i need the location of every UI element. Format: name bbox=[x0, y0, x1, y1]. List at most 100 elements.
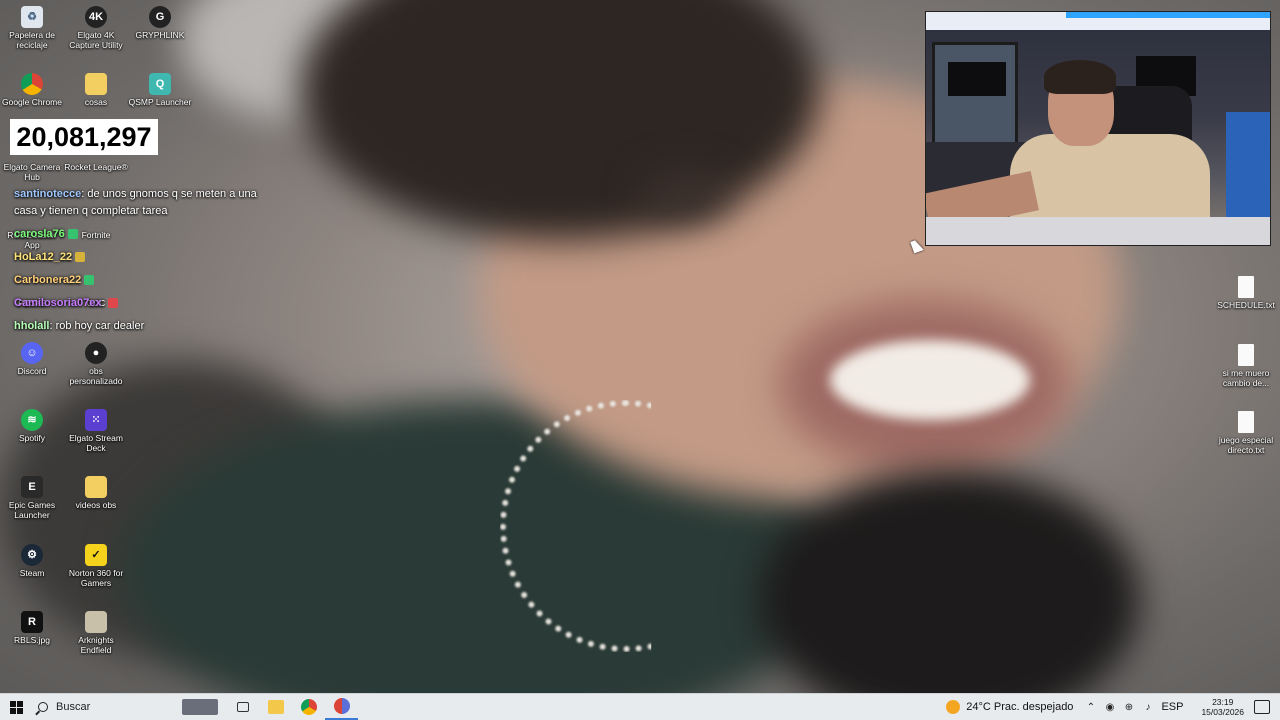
follower-counter: 20,081,297 bbox=[10, 119, 158, 155]
desktop-icon-stream-deck[interactable]: ⁙ Elgato Stream Deck bbox=[64, 409, 128, 453]
task-view-icon bbox=[236, 702, 249, 712]
desktop-icon-gryphlink[interactable]: G GRYPHLINK bbox=[128, 6, 192, 40]
desktop-icon-schedule[interactable]: SCHEDULE.txt bbox=[1214, 276, 1278, 310]
desktop-icon-epic-games[interactable]: E Epic Games Launcher bbox=[0, 476, 64, 520]
icon-label: Google Chrome bbox=[1, 97, 62, 107]
chat-message: hholall: rob hoy car dealer bbox=[14, 318, 274, 335]
icon-label: Spotify bbox=[19, 433, 45, 443]
emote-icon bbox=[67, 229, 78, 240]
desktop-icon-elgato-4k[interactable]: 4K Elgato 4K Capture Utility bbox=[64, 6, 128, 50]
icon-label: Norton 360 for Gamers bbox=[68, 568, 124, 588]
chat-username: Camilosoria07ex bbox=[14, 297, 102, 309]
desktop-icon-spotify[interactable]: ≋ Spotify bbox=[0, 409, 64, 443]
taskbar: Buscar 24°C Prac. despejado ⌃ ◉ ⊕ ♪ ESP … bbox=[0, 693, 1280, 720]
chat-message: HoLa12_22 bbox=[14, 249, 274, 266]
windows-icon bbox=[9, 700, 23, 714]
desktop-icon-si-me-muero[interactable]: si me muero cambio de... bbox=[1214, 344, 1278, 388]
file-explorer-button[interactable] bbox=[259, 694, 292, 720]
obs-icon: ● bbox=[85, 342, 107, 364]
desktop-icon-norton[interactable]: ✓ Norton 360 for Gamers bbox=[64, 544, 128, 588]
desktop-icon-elgato-camera-hub[interactable]: Elgato Camera Hub bbox=[0, 162, 64, 182]
notification-icon[interactable] bbox=[1254, 700, 1270, 714]
desktop-icon-juego-especial[interactable]: juego especial directo.txt bbox=[1214, 411, 1278, 455]
elgato-icon: 4K bbox=[85, 6, 107, 28]
image-file-icon: R bbox=[21, 611, 43, 633]
taskbar-search[interactable]: Buscar bbox=[32, 694, 182, 720]
text-file-icon bbox=[1238, 344, 1254, 366]
icon-label: obs personalizado bbox=[69, 366, 123, 386]
weather-text: 24°C Prac. despejado bbox=[966, 701, 1074, 713]
clock-time: 23:19 bbox=[1212, 697, 1234, 707]
chat-username: carosla76 bbox=[14, 228, 65, 240]
weather-sun-icon bbox=[946, 700, 961, 714]
clock[interactable]: 23:19 15/03/2026 bbox=[1191, 697, 1254, 717]
text-file-icon bbox=[1238, 276, 1254, 298]
desktop-icon-google-chrome[interactable]: Google Chrome bbox=[0, 73, 64, 107]
emote-icon bbox=[75, 252, 86, 263]
app-taskbar-button[interactable] bbox=[325, 694, 358, 720]
folder-icon bbox=[85, 73, 107, 95]
desktop-icon-obs[interactable]: ● obs personalizado bbox=[64, 342, 128, 386]
desktop-icon-videos-obs[interactable]: videos obs bbox=[64, 476, 128, 510]
icon-label: cosas bbox=[84, 97, 108, 107]
chat-message: santinotecce: de unos gnomos q se meten … bbox=[14, 186, 274, 220]
chrome-icon bbox=[21, 73, 43, 95]
chrome-icon bbox=[300, 699, 317, 715]
language-indicator[interactable]: ESP bbox=[1161, 701, 1183, 713]
icon-label: QSMP Launcher bbox=[128, 97, 192, 107]
chat-text: : bbox=[101, 297, 105, 309]
desktop-icon-discord[interactable]: ☺ Discord bbox=[0, 342, 64, 376]
desktop-icon-qsmp[interactable]: Q QSMP Launcher bbox=[128, 73, 192, 107]
icon-label: Steam bbox=[19, 568, 45, 578]
desktop-icon-rbls[interactable]: R RBLS.jpg bbox=[0, 611, 64, 645]
network-icon[interactable]: ⊕ bbox=[1123, 702, 1134, 713]
start-button[interactable] bbox=[0, 694, 32, 720]
recycle-bin-icon: ♻ bbox=[21, 6, 43, 28]
icon-label: GRYPHLINK bbox=[135, 30, 185, 40]
emote-icon bbox=[84, 275, 95, 286]
icon-label: Epic Games Launcher bbox=[8, 500, 56, 520]
icon-label: Discord bbox=[17, 366, 47, 376]
icon-label: RBLS.jpg bbox=[14, 635, 50, 645]
discord-icon: ☺ bbox=[21, 342, 43, 364]
app-icon bbox=[333, 698, 350, 714]
icon-label: SCHEDULE.txt bbox=[1217, 300, 1275, 310]
chat-username: Carbonera22 bbox=[14, 274, 82, 286]
desktop-icon-rocket-league[interactable]: Rocket League® bbox=[64, 162, 128, 172]
icon-label: Rocket League® bbox=[64, 162, 128, 172]
chat-username: santinotecce bbox=[14, 188, 82, 200]
chat-overlay: santinotecce: de unos gnomos q se meten … bbox=[14, 186, 274, 341]
gryphlink-icon: G bbox=[149, 6, 171, 28]
chat-username: hholall bbox=[14, 320, 50, 332]
icon-label: Papelera de reciclaje bbox=[9, 30, 55, 50]
chat-message: Carbonera22 bbox=[14, 272, 274, 289]
record-icon[interactable]: ◉ bbox=[1104, 702, 1115, 713]
desktop-icon-steam[interactable]: ⚙ Steam bbox=[0, 544, 64, 578]
volume-icon[interactable]: ♪ bbox=[1142, 702, 1153, 713]
icon-label: videos obs bbox=[75, 500, 117, 510]
chat-message: Camilosoria07ex: bbox=[14, 295, 274, 312]
norton-icon: ✓ bbox=[85, 544, 107, 566]
desktop-icon-recycle-bin[interactable]: ♻ Papelera de reciclaje bbox=[0, 6, 64, 50]
desktop-icon-arknights[interactable]: Arknights Endfield bbox=[64, 611, 128, 655]
icon-label: juego especial directo.txt bbox=[1218, 435, 1274, 455]
webcam-overlay bbox=[925, 11, 1271, 246]
chrome-taskbar-button[interactable] bbox=[292, 694, 325, 720]
chat-message: carosla76 bbox=[14, 226, 274, 243]
desktop-icon-cosas[interactable]: cosas bbox=[64, 73, 128, 107]
clock-date: 15/03/2026 bbox=[1201, 707, 1244, 717]
chevron-up-icon[interactable]: ⌃ bbox=[1085, 702, 1096, 713]
icon-label: Elgato Camera Hub bbox=[3, 162, 61, 182]
system-tray: ⌃ ◉ ⊕ ♪ ESP bbox=[1085, 701, 1191, 713]
search-icon bbox=[38, 702, 48, 712]
emote-icon bbox=[107, 298, 118, 309]
icon-label: Arknights Endfield bbox=[78, 635, 114, 655]
chat-username: HoLa12_22 bbox=[14, 251, 73, 263]
folder-icon bbox=[85, 476, 107, 498]
stream-deck-icon: ⁙ bbox=[85, 409, 107, 431]
search-highlight-icon[interactable] bbox=[182, 699, 218, 715]
task-view-button[interactable] bbox=[226, 694, 259, 720]
icon-label: Elgato 4K Capture Utility bbox=[69, 30, 123, 50]
weather-widget[interactable]: 24°C Prac. despejado bbox=[946, 700, 1085, 714]
folder-icon bbox=[267, 700, 284, 714]
